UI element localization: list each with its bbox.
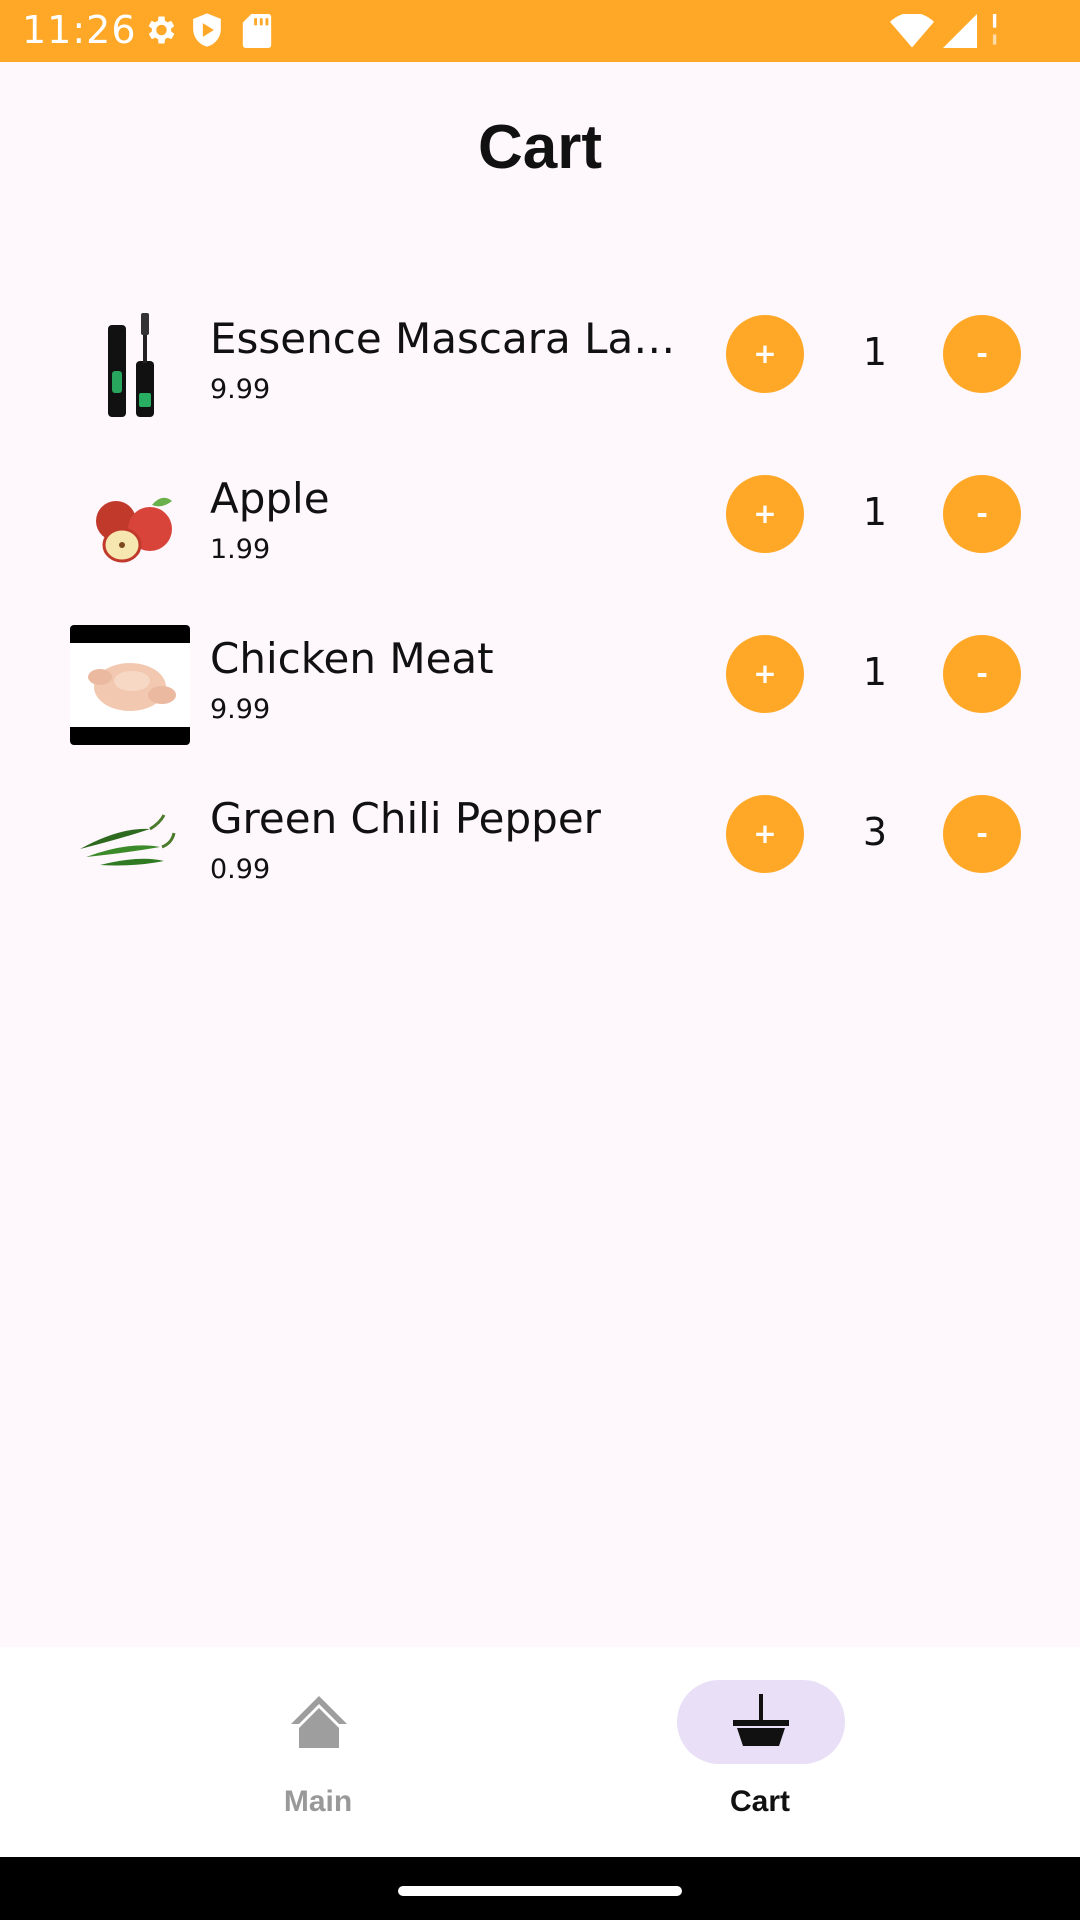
nav-label-cart: Cart [729, 1785, 790, 1818]
nav-label-main: Main [283, 1785, 353, 1818]
quantity-value: 1 [862, 650, 888, 694]
page-title: Cart [477, 113, 603, 182]
item-name: Apple [210, 474, 330, 523]
cart-item: Green Chili Pepper 0.99 + 3 - [0, 770, 1080, 930]
bottom-navigation: Main Cart [0, 1647, 1080, 1857]
item-name: Essence Mascara Lash Princess [210, 314, 690, 363]
decrease-quantity-button[interactable]: - [943, 475, 1021, 553]
chicken-image [70, 625, 190, 745]
item-name: Chicken Meat [210, 634, 494, 683]
quantity-value: 1 [862, 490, 888, 534]
home-icon [291, 1696, 347, 1748]
item-price: 1.99 [210, 534, 271, 565]
apple-image [70, 465, 190, 585]
cart-item: Apple 1.99 + 1 - [0, 450, 1080, 610]
shield-play-icon [193, 13, 221, 47]
item-name: Green Chili Pepper [210, 794, 601, 843]
increase-quantity-button[interactable]: + [726, 635, 804, 713]
cart-list: Essence Mascara Lash Princess 9.99 + 1 -… [0, 290, 1080, 930]
signal-icon [943, 14, 977, 48]
increase-quantity-button[interactable]: + [726, 475, 804, 553]
quantity-value: 3 [862, 810, 888, 854]
home-gesture-handle[interactable] [398, 1886, 682, 1896]
nav-item-main[interactable]: Main [168, 1647, 468, 1857]
quantity-value: 1 [862, 330, 888, 374]
decrease-quantity-button[interactable]: - [943, 315, 1021, 393]
nav-cart-indicator [677, 1680, 845, 1764]
cart-item: Chicken Meat 9.99 + 1 - [0, 610, 1080, 770]
basket-icon [733, 1694, 789, 1746]
battery-icon [992, 14, 997, 45]
system-gesture-bar [0, 1857, 1080, 1920]
sd-card-icon [242, 14, 272, 48]
status-right-icons [880, 0, 1080, 62]
item-price: 9.99 [210, 374, 271, 405]
nav-item-cart[interactable]: Cart [610, 1647, 910, 1857]
gear-icon [148, 16, 175, 44]
nav-main-indicator [235, 1680, 403, 1764]
status-bar: 11:26 [0, 0, 1080, 62]
mascara-image [70, 305, 190, 425]
increase-quantity-button[interactable]: + [726, 315, 804, 393]
increase-quantity-button[interactable]: + [726, 795, 804, 873]
status-time: 11:26 [22, 8, 137, 52]
item-price: 0.99 [210, 854, 271, 885]
chili-pepper-image [70, 785, 190, 905]
decrease-quantity-button[interactable]: - [943, 635, 1021, 713]
item-price: 9.99 [210, 694, 271, 725]
decrease-quantity-button[interactable]: - [943, 795, 1021, 873]
cart-item: Essence Mascara Lash Princess 9.99 + 1 - [0, 290, 1080, 450]
wifi-icon [890, 14, 934, 48]
